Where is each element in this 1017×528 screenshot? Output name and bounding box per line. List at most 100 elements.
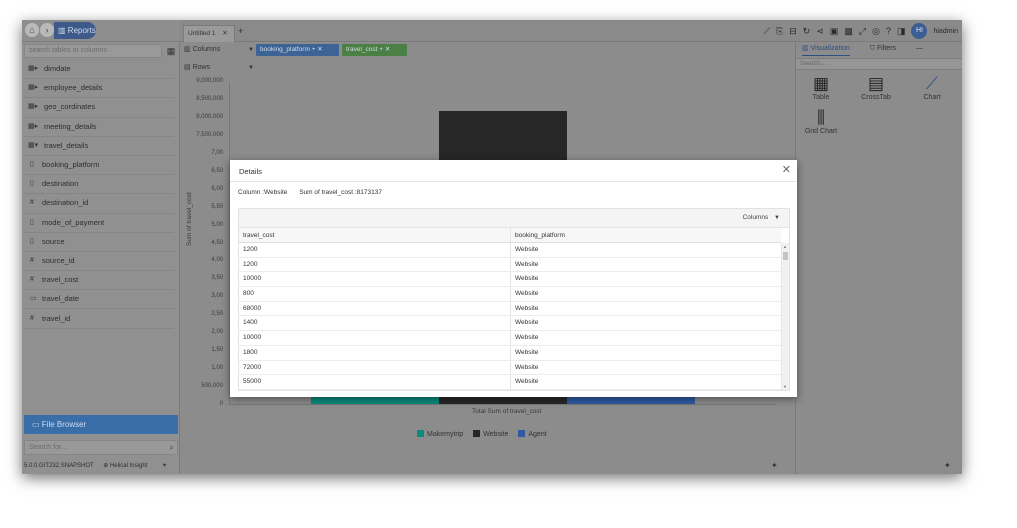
viz-crosstab[interactable]: ▤ CrossTab xyxy=(854,74,898,101)
tree-item[interactable]: ▦▾ travel_details xyxy=(24,137,174,156)
cell-travel-cost: 1800 xyxy=(239,345,511,360)
visualization-search-input[interactable]: Search... xyxy=(796,58,962,70)
x-axis-title: Total Sum of travel_cost xyxy=(472,408,542,415)
columns-button[interactable]: Columns ▼ xyxy=(743,214,780,221)
user-name[interactable]: hiadmin xyxy=(933,28,958,35)
tree-item[interactable]: # destination_id xyxy=(24,194,174,214)
tab-filters[interactable]: ⛉ Filters xyxy=(870,42,896,56)
table-row[interactable]: 10000 Website xyxy=(239,331,781,346)
viz-grid-chart[interactable]: ⫼ Grid Chart xyxy=(799,108,843,135)
tree-item-label: source xyxy=(42,236,65,246)
metadata-tree: ▦▸ dimdate ▦▸ employee_details ▦▸ geo_cordina… xyxy=(24,60,174,329)
tree-item[interactable]: ▦▸ employee_details xyxy=(24,79,174,99)
column-header-travel-cost[interactable]: travel_cost xyxy=(239,228,511,242)
table-view-icon[interactable]: ▦ xyxy=(165,44,177,58)
table-row[interactable]: 72000 Website xyxy=(239,360,781,376)
pill-travel-cost[interactable]: travel_cost + ✕ xyxy=(342,44,407,56)
y-tick-label: 5,00 xyxy=(211,221,223,228)
legend-item[interactable]: Agent xyxy=(518,430,547,438)
tree-item[interactable]: ▯ booking_platform xyxy=(24,156,174,176)
pill-label: travel_cost xyxy=(346,46,378,53)
cell-booking-platform: Website xyxy=(515,246,539,253)
pin-icon[interactable]: ✦ xyxy=(162,458,167,474)
layout-icon[interactable]: ▣ xyxy=(830,26,839,37)
close-icon[interactable]: ✕ xyxy=(782,165,791,176)
tree-item[interactable]: ▯ mode_of_payment xyxy=(24,214,174,233)
table-row[interactable]: 68000 Website xyxy=(239,301,781,317)
table-row[interactable]: 1200 Website xyxy=(239,257,781,273)
table-row[interactable]: 800 Website xyxy=(239,287,781,302)
cell-travel-cost: 68000 xyxy=(239,301,511,316)
tree-item[interactable]: # travel_cost xyxy=(24,271,174,291)
grid-icon[interactable]: ▩ xyxy=(844,26,853,37)
chevron-right-icon[interactable]: › xyxy=(40,23,54,37)
more-icon[interactable]: — xyxy=(916,42,923,56)
table-expanded-icon: ▦▾ xyxy=(28,141,39,149)
expand-icon[interactable]: ⤢ xyxy=(859,26,866,37)
home-icon[interactable]: ⌂ xyxy=(25,23,39,37)
y-tick-label: 5,50 xyxy=(211,203,223,210)
table-row[interactable]: 1200 Website xyxy=(239,243,781,258)
refresh-icon[interactable]: ↻ xyxy=(803,26,811,37)
tab-filters-label: Filters xyxy=(876,45,897,52)
location-icon[interactable]: ◎ xyxy=(872,26,880,37)
cell-booking-platform: Website xyxy=(515,348,539,356)
search-tables-input[interactable]: search tables or columns xyxy=(24,44,162,58)
add-tab-icon[interactable]: + xyxy=(238,26,243,36)
grid-scrollbar[interactable]: ▲ ▼ xyxy=(781,243,789,390)
notification-icon[interactable]: ◨ xyxy=(897,26,906,37)
search-for-input[interactable]: Search for... ⌕ xyxy=(24,440,178,455)
avatar[interactable]: HI xyxy=(911,23,928,39)
tree-item[interactable]: ▦▸ dimdate xyxy=(24,60,174,80)
tree-item[interactable]: ▯ source xyxy=(24,233,174,252)
legend-item[interactable]: Makemytrip xyxy=(417,430,463,438)
column-header-booking-platform[interactable]: booking_platform xyxy=(511,228,781,242)
dropdown-caret-icon[interactable]: ▼ xyxy=(248,61,254,75)
rows-shelf[interactable]: ▤ Rows ▼ xyxy=(182,61,254,75)
viz-table[interactable]: ▦ Table xyxy=(799,74,843,101)
export-icon[interactable]: ⎘ xyxy=(776,26,783,37)
pill-remove-icon[interactable]: ✕ xyxy=(385,46,390,53)
pin-icon[interactable]: ✦ xyxy=(771,461,778,470)
y-tick-label: 1,50 xyxy=(211,347,223,354)
line-chart-icon: ⟋ xyxy=(926,74,938,93)
y-tick-label: 4,50 xyxy=(211,239,223,246)
legend: Makemytrip Website Agent xyxy=(417,430,547,438)
tree-item[interactable]: ▭ travel_date xyxy=(24,290,174,310)
table-row[interactable]: 1800 Website xyxy=(239,345,781,361)
table-row[interactable]: 55000 Website xyxy=(239,375,781,390)
line-chart-icon[interactable]: ⟋ xyxy=(764,26,770,37)
pill-remove-icon[interactable]: ✕ xyxy=(317,46,322,53)
scroll-down-icon[interactable]: ▼ xyxy=(783,384,787,389)
tree-item-label: booking_platform xyxy=(42,160,100,170)
save-icon[interactable]: ⊟ xyxy=(789,26,797,37)
share-icon[interactable]: ⋖ xyxy=(816,26,824,37)
tree-item[interactable]: ▦▸ meeting_details xyxy=(24,118,174,137)
table-row[interactable]: 1400 Website xyxy=(239,316,781,332)
tab-untitled-1[interactable]: Untitled 1 ✕ xyxy=(183,25,235,42)
columns-shelf[interactable]: ▥ Columns ▼ xyxy=(182,43,254,57)
tree-item[interactable]: # travel_id xyxy=(24,309,174,329)
dropdown-caret-icon[interactable]: ▼ xyxy=(248,43,254,57)
scroll-up-icon[interactable]: ▲ xyxy=(783,244,787,249)
tree-item[interactable]: ▦▸ geo_cordinates xyxy=(24,98,174,118)
search-icon[interactable]: ⌕ xyxy=(170,441,174,454)
scroll-thumb[interactable] xyxy=(783,252,788,260)
file-browser-button[interactable]: ▭ File Browser xyxy=(24,415,178,434)
right-panel-tabs: ▥ Visualization ⛉ Filters — xyxy=(796,42,962,56)
viz-chart[interactable]: ⟋ Chart xyxy=(910,74,954,101)
help-icon[interactable]: ? xyxy=(886,26,891,36)
table-icon: ▦▸ xyxy=(28,103,39,111)
y-tick-label: 7,500,000 xyxy=(196,131,223,138)
tree-item[interactable]: ▯ destination xyxy=(24,175,174,195)
pin-icon[interactable]: ✦ xyxy=(944,461,951,470)
tree-item[interactable]: # source_id xyxy=(24,252,174,272)
table-row[interactable]: 10000 Website xyxy=(239,272,781,288)
reports-button[interactable]: ▥ Reports xyxy=(54,22,96,39)
pill-booking-platform[interactable]: booking_platform + ✕ xyxy=(256,44,339,56)
y-tick-label: 2,00 xyxy=(211,329,223,336)
legend-item[interactable]: Website xyxy=(473,430,508,438)
close-tab-icon[interactable]: ✕ xyxy=(222,30,227,37)
modal-info: Column :Website Sum of travel_cost :8173… xyxy=(238,189,382,196)
tab-visualization[interactable]: ▥ Visualization xyxy=(802,42,850,56)
